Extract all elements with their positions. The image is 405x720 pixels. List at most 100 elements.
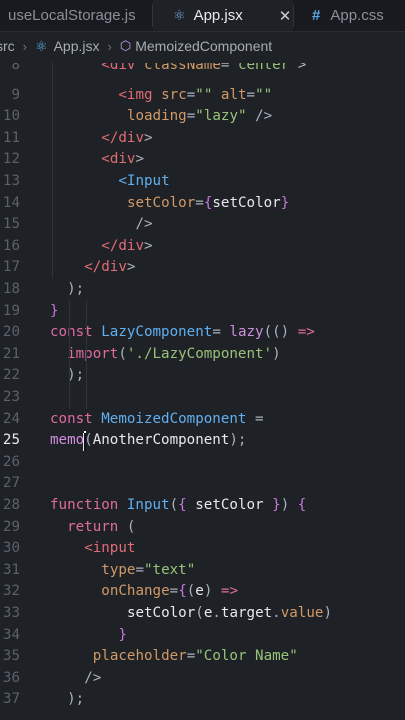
code-line[interactable]: 21 import('./LazyComponent') [0, 344, 405, 365]
code-line[interactable]: 37); [0, 689, 405, 710]
line-number: 28 [2, 497, 20, 513]
code-text: } [118, 626, 127, 643]
tab-label: App.jsx [193, 7, 243, 24]
code-text: /> [135, 216, 153, 233]
tab-label: useLocalStorage.js [8, 7, 136, 24]
code-line[interactable]: 35 placeholder="Color Name" [0, 646, 405, 667]
code-line[interactable]: 18); [0, 279, 405, 300]
breadcrumb-symbol[interactable]: MemoizedComponent [135, 38, 272, 54]
line-number: 14 [2, 194, 20, 211]
code-line[interactable]: 15 /> [0, 214, 405, 235]
line-number: 17 [2, 259, 20, 276]
code-text: ); [67, 281, 85, 297]
code-line[interactable]: 9 <img src="" alt="" [0, 85, 405, 106]
line-number: 32 [2, 583, 20, 600]
react-icon: ⚛ [35, 37, 48, 54]
line-number: 11 [2, 129, 20, 146]
code-line[interactable]: 29 return ( [0, 517, 405, 538]
line-number: 9 [11, 86, 20, 103]
code-text: ); [67, 691, 85, 708]
code-text: function Input({ setColor }) { [50, 497, 307, 513]
line-number: 22 [2, 367, 20, 384]
code-text: <div> [101, 151, 145, 168]
code-line[interactable]: 10 loading="lazy" /> [0, 106, 405, 127]
code-line[interactable]: 22); [0, 365, 405, 386]
code-line[interactable]: 14 setColor={setColor} [0, 193, 405, 214]
code-text: </div> [101, 129, 153, 146]
code-text: const LazyComponent= lazy(() => [50, 324, 315, 341]
code-line[interactable]: 36 /> [0, 668, 405, 689]
chevron-right-icon: › [22, 38, 28, 54]
code-line[interactable]: 31 type="text" [0, 560, 405, 581]
code-text: const MemoizedComponent = [50, 410, 264, 427]
code-line[interactable]: 12 <div> [0, 149, 405, 170]
line-number: 16 [2, 237, 20, 254]
code-text: loading="lazy" /> [126, 108, 273, 125]
close-icon[interactable]: ✕ [279, 7, 292, 25]
code-line[interactable]: 28 function Input({ setColor }) { [0, 495, 405, 516]
code-line[interactable]: 33 setColor(e.target.value) [0, 603, 405, 624]
code-text: <input [84, 540, 136, 557]
code-line[interactable]: 13 <Input [0, 171, 405, 192]
indent-guide [69, 300, 70, 409]
breadcrumb-root[interactable]: src [0, 38, 15, 54]
code-text: } [50, 302, 59, 319]
code-line[interactable]: 26 [0, 452, 405, 473]
code-line[interactable]: 11 </div> [0, 128, 405, 149]
line-number: 13 [2, 173, 20, 189]
line-number: 19 [2, 302, 20, 319]
code-text: import('./LazyComponent') [67, 345, 281, 362]
code-line[interactable]: 34} [0, 625, 405, 646]
code-editor[interactable]: 8 <div className="center"> 9 <img src="" al… [0, 62, 405, 720]
line-number: 29 [2, 518, 20, 535]
mouse-ibeam-cursor [83, 433, 87, 452]
line-number: 25 [2, 432, 20, 449]
line-number: 24 [2, 410, 20, 427]
tab-app-jsx[interactable]: ⚛ App.jsx ✕ [153, 0, 293, 31]
code-line[interactable]: 24 const MemoizedComponent = [0, 409, 405, 430]
line-number: 12 [2, 151, 20, 168]
tab-uselocalstorage[interactable]: useLocalStorage.js [0, 0, 152, 31]
code-line[interactable]: 20 const LazyComponent= lazy(() => [0, 322, 405, 343]
line-number: 31 [2, 561, 20, 578]
code-line[interactable]: 30 <input [0, 538, 405, 559]
code-line[interactable]: 27 [0, 473, 405, 494]
line-number: 23 [2, 389, 20, 405]
tab-app-css[interactable]: # App.css [294, 0, 405, 31]
code-text: return ( [67, 518, 136, 535]
indent-guide [52, 62, 53, 278]
line-number: 27 [2, 475, 20, 492]
code-text: type="text" [101, 561, 196, 578]
chevron-right-icon: › [107, 38, 112, 54]
code-text: memo(AnotherComponent); [50, 432, 247, 449]
line-number: 30 [2, 540, 20, 557]
line-number: 18 [2, 281, 20, 297]
tab-label: App.css [330, 7, 384, 24]
line-number: 33 [2, 605, 20, 621]
code-line[interactable]: 23 [0, 387, 405, 408]
breadcrumb-file[interactable]: App.jsx [54, 38, 100, 54]
line-number: 26 [2, 453, 20, 470]
react-icon: ⚛ [173, 7, 186, 23]
line-number: 20 [2, 324, 20, 341]
code-text: setColor(e.target.value) [126, 605, 332, 621]
code-line[interactable]: 25 memo(AnotherComponent); [0, 430, 405, 451]
breadcrumb: src › ⚛ App.jsx › ⬡ MemoizedComponent [0, 33, 405, 59]
editor-tab-bar: useLocalStorage.js ⚛ App.jsx ✕ # App.css [0, 0, 405, 32]
code-text: </div> [84, 259, 136, 276]
code-line[interactable]: 19} [0, 301, 405, 322]
code-line[interactable]: 17 </div> [0, 257, 405, 278]
code-line[interactable]: 16 </div> [0, 236, 405, 257]
code-text: <img src="" alt="" [118, 86, 273, 103]
code-line[interactable]: 32 onChange={(e) => [0, 581, 405, 602]
code-text: placeholder="Color Name" [92, 648, 298, 665]
code-text: <Input [118, 173, 170, 189]
line-number: 15 [2, 216, 20, 233]
line-number: 37 [2, 691, 20, 708]
indent-guide [86, 300, 87, 409]
line-number: 34 [2, 626, 20, 643]
code-text: setColor={setColor} [126, 194, 290, 211]
line-number: 21 [2, 345, 20, 362]
hash-icon: # [312, 7, 321, 24]
code-text: onChange={(e) => [101, 583, 239, 600]
